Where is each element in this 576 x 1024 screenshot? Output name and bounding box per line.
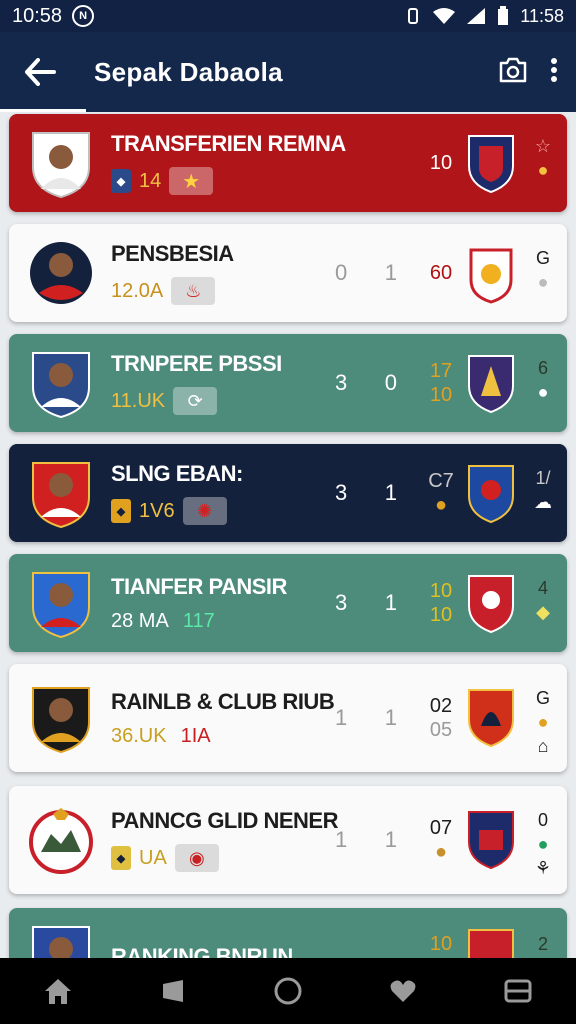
list-item[interactable]: PENSBESIA 12.0A ♨ 01 60 G ● (9, 224, 567, 322)
club-badge-icon: ◆ (111, 846, 131, 870)
side-indicator: G ● (535, 248, 550, 292)
player-avatar (32, 926, 90, 958)
home-icon (44, 979, 71, 1004)
list-item[interactable]: TRANSFERIEN REMNA ◆ 14 ★ 10 ☆ ● (9, 114, 567, 212)
camera-button[interactable] (498, 56, 528, 89)
side-indicator: ☆ ● (534, 136, 552, 180)
rank-value: 02 05 (429, 695, 453, 741)
circle-icon (274, 977, 302, 1005)
side-indicator: 4 ◆ (536, 578, 550, 622)
side-indicator: G ● ⌂ (535, 688, 550, 756)
player-avatar (32, 462, 90, 529)
ranking-list: TRANSFERIEN REMNA ◆ 14 ★ 10 ☆ ● PENSBESIA… (0, 112, 576, 958)
vibrate-icon (408, 8, 419, 24)
player-name: RAINLB & CLUB RIUB (111, 688, 335, 714)
player-stat: 36.UK (111, 724, 167, 747)
bottom-navigation (0, 958, 576, 1024)
side-indicator: 6 ● (537, 358, 549, 402)
player-name: PENSBESIA (111, 241, 234, 266)
list-item[interactable]: RAINLB & CLUB RIUB 36.UK 1IA 11 02 05 G ● ⌂ (9, 664, 567, 772)
list-item[interactable]: SLNG EBAN: ◆ 1V6 ✺ 31 C7 ● 1/☁ (9, 444, 567, 542)
rank-value: C7 ● (428, 470, 454, 516)
player-name: PANNCG GLID NENER (111, 808, 339, 833)
club-crest-icon (468, 689, 514, 748)
club-logo-icon (29, 808, 93, 874)
rank-value: 17 10 (429, 360, 453, 406)
target-icon: ◉ (174, 844, 219, 872)
club-crest-icon (468, 355, 514, 414)
side-indicator: 0 ● ⚘ (534, 810, 552, 878)
player-stat: 1V6 (139, 499, 175, 522)
player-name: RANKING BNRUN (111, 944, 293, 958)
star-icon: ★ (169, 167, 214, 195)
list-item[interactable]: TRNPERE PBSSI 11.UK ⟳ 30 17 10 6 ● (9, 334, 567, 432)
player-name: TRNPERE PBSSI (111, 351, 282, 376)
status-time-right: 11:58 (520, 5, 564, 26)
player-stat: 12.0A (111, 279, 164, 302)
list-item[interactable]: RANKING BNRUN 10 2 (9, 908, 567, 958)
player-stat: 11.UK (111, 389, 166, 412)
nav-square[interactable] (143, 961, 203, 1021)
status-bar: 10:58 N 11:58 (0, 0, 576, 32)
wifi-icon (433, 8, 456, 24)
side-indicator: 1/☁ (534, 468, 552, 512)
player-avatar (32, 572, 90, 639)
match-score: 31 (335, 480, 397, 505)
match-score: 30 (335, 370, 397, 395)
match-score: 31 (335, 590, 397, 615)
player-stat-secondary: 1IA (180, 724, 211, 747)
player-avatar (32, 352, 90, 419)
match-score: 01 (335, 260, 397, 285)
back-button[interactable] (0, 32, 80, 112)
menu-icon (504, 979, 532, 1003)
side-indicator: 2 (537, 934, 548, 954)
player-name: TIANFER PANSIR (111, 573, 287, 599)
player-name: SLNG EBAN: (111, 461, 243, 486)
club-crest-icon (468, 575, 514, 634)
rank-value: 10 (429, 933, 453, 955)
club-crest-icon (468, 811, 514, 870)
nav-home[interactable] (28, 961, 88, 1021)
emblem-icon: ✺ (182, 497, 227, 525)
signal-icon (467, 8, 486, 24)
club-badge-icon: ◆ (111, 499, 131, 523)
more-vert-icon (551, 57, 557, 82)
club-crest-icon (468, 465, 514, 524)
square-icon (162, 980, 183, 1002)
notification-icon: N (72, 5, 95, 27)
rank-value: 10 10 (429, 580, 453, 626)
list-item[interactable]: PANNCG GLID NENER ◆ UA ◉ 11 07 ● 0 ● ⚘ (9, 786, 567, 894)
club-crest-icon (468, 929, 514, 958)
page-title: Sepak Dabaola (94, 56, 283, 87)
flame-icon: ♨ (171, 277, 216, 305)
status-time: 10:58 (12, 4, 63, 27)
nav-menu[interactable] (488, 961, 548, 1021)
nav-circle[interactable] (258, 961, 318, 1021)
nav-favorites[interactable] (373, 961, 433, 1021)
club-crest-icon (468, 135, 514, 194)
player-name: TRANSFERIEN REMNA (111, 131, 346, 156)
back-arrow-icon (25, 58, 56, 86)
rank-value: 60 (429, 262, 453, 284)
player-stat: UA (139, 846, 167, 869)
app-bar: Sepak Dabaola (0, 32, 576, 112)
match-score: 11 (335, 705, 397, 730)
more-options-button[interactable] (550, 57, 558, 88)
player-avatar (30, 242, 92, 304)
player-stat: 28 MA (111, 609, 169, 632)
player-stat-secondary: 117 (182, 609, 215, 632)
rank-value: 10 (429, 152, 453, 174)
camera-icon (499, 57, 527, 82)
club-crest-icon (469, 248, 513, 304)
battery-icon (498, 6, 509, 25)
heart-icon (390, 980, 416, 1002)
player-avatar (32, 132, 90, 199)
refresh-icon: ⟳ (173, 387, 218, 415)
club-badge-icon: ◆ (111, 169, 131, 193)
player-avatar (32, 687, 90, 754)
list-item[interactable]: TIANFER PANSIR 28 MA 117 31 10 10 4 ◆ (9, 554, 567, 652)
player-stat: 14 (139, 169, 162, 192)
rank-value: 07 ● (429, 817, 453, 863)
match-score: 11 (335, 827, 397, 852)
